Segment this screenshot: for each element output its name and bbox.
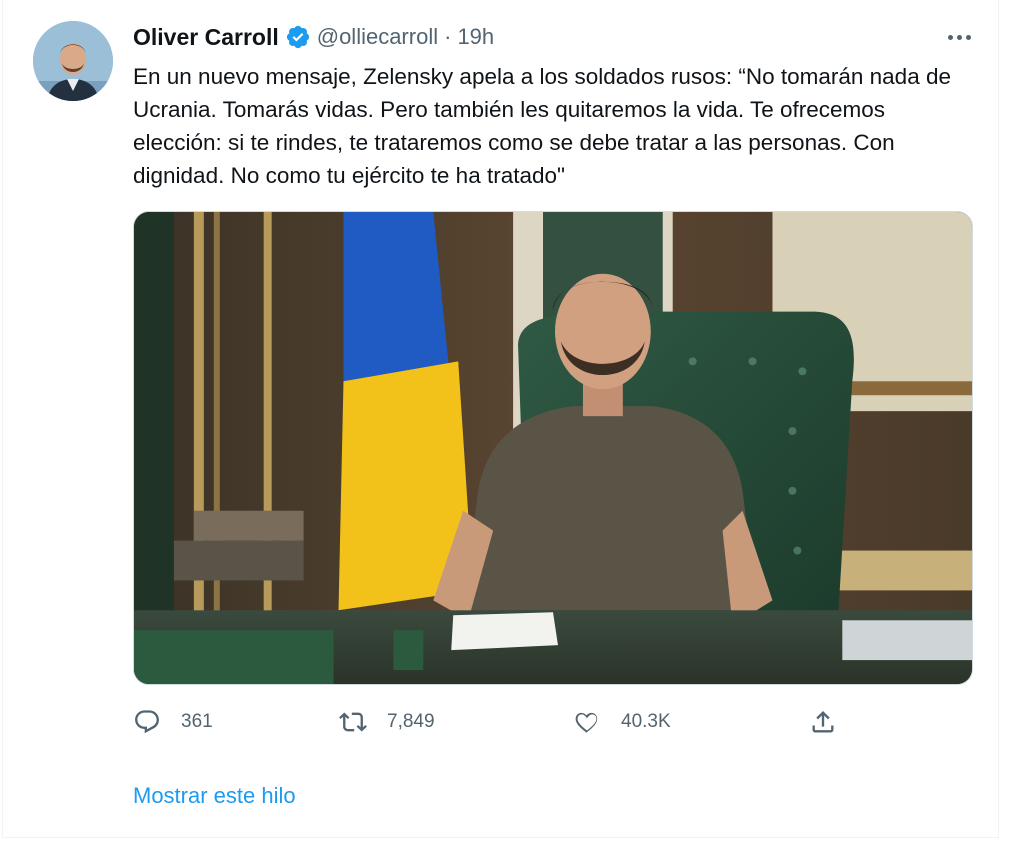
like-count: 40.3K [621, 711, 671, 732]
reply-count: 361 [181, 711, 213, 732]
reply-button[interactable]: 361 [133, 700, 213, 744]
retweet-count: 7,849 [387, 711, 435, 732]
avatar-image [33, 21, 113, 101]
more-options-button[interactable] [941, 24, 977, 50]
author-handle[interactable]: @olliecarroll [317, 24, 438, 50]
avatar[interactable] [33, 21, 113, 101]
tweet-card[interactable]: Oliver Carroll @olliecarroll · 19h En un… [2, 0, 999, 838]
photo-image [134, 212, 972, 684]
retweet-button[interactable]: 7,849 [339, 700, 435, 744]
more-dot [956, 34, 962, 40]
reply-icon [135, 710, 159, 734]
author-name[interactable]: Oliver Carroll [133, 24, 279, 51]
heart-icon [575, 712, 598, 733]
share-icon [812, 711, 834, 733]
tweet-media-photo[interactable] [133, 211, 973, 685]
verified-badge-icon [286, 25, 309, 49]
tweet-timestamp[interactable]: 19h [457, 24, 494, 50]
share-button[interactable] [809, 700, 837, 744]
more-dot [965, 34, 971, 40]
tweet-actions-bar: 361 7,849 40.3K [133, 700, 843, 744]
retweet-icon [339, 712, 367, 732]
more-dot [947, 34, 953, 40]
like-button[interactable]: 40.3K [573, 700, 671, 744]
show-thread-link[interactable]: Mostrar este hilo [133, 783, 296, 809]
separator-dot: · [444, 24, 452, 49]
tweet-header: Oliver Carroll @olliecarroll · 19h [133, 22, 494, 52]
tweet-text: En un nuevo mensaje, Zelensky apela a lo… [133, 64, 951, 188]
